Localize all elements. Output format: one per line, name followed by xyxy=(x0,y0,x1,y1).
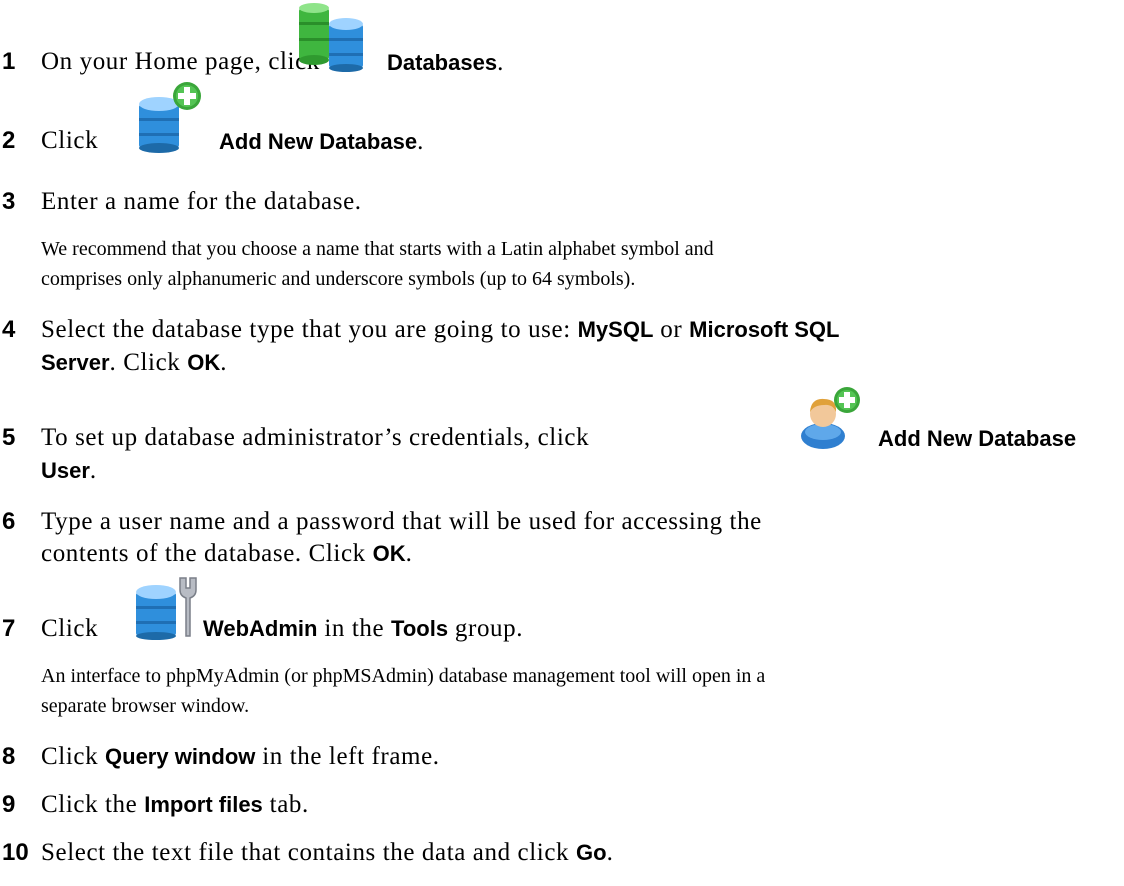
step-number: 4 xyxy=(2,316,16,343)
step-number: 1 xyxy=(2,48,16,75)
step-text: Click the Import files tab. xyxy=(41,791,309,818)
step-note-line: comprises only alphanumeric and undersco… xyxy=(41,268,636,290)
step-number: 9 xyxy=(2,791,16,818)
step-number: 8 xyxy=(2,743,16,770)
step-text-line2: contents of the database. Click OK. xyxy=(41,540,413,567)
step-text-line2: User. xyxy=(41,457,97,484)
step-text-line1: Select the database type that you are go… xyxy=(41,316,840,343)
add-database-icon xyxy=(133,80,203,154)
step-note-line: An interface to phpMyAdmin (or phpMSAdmi… xyxy=(41,665,766,687)
step-number: 3 xyxy=(2,188,16,215)
step-text: Click xyxy=(41,127,99,154)
step-number: 10 xyxy=(2,839,29,866)
step-number: 5 xyxy=(2,424,16,451)
step-text: Click xyxy=(41,615,99,642)
add-new-database-label: Add New Database. xyxy=(219,128,424,155)
webadmin-line: WebAdmin in the Tools group. xyxy=(203,615,524,642)
databases-icon xyxy=(293,0,373,72)
step-text: Click Query window in the left frame. xyxy=(41,743,440,770)
step-text: Select the text file that contains the d… xyxy=(41,839,614,866)
step-text: Enter a name for the database. xyxy=(41,188,362,215)
webadmin-icon xyxy=(132,576,200,640)
add-user-icon xyxy=(797,386,863,452)
databases-label: Databases. xyxy=(387,49,504,76)
step-text: On your Home page, click xyxy=(41,48,320,75)
step-note-line: We recommend that you choose a name that… xyxy=(41,238,714,260)
step-note-line: separate browser window. xyxy=(41,695,250,717)
step-number: 2 xyxy=(2,127,16,154)
step-number: 7 xyxy=(2,615,16,642)
step-text: To set up database administrator’s crede… xyxy=(41,424,590,451)
step-text-line1: Type a user name and a password that wil… xyxy=(41,508,762,535)
step-number: 6 xyxy=(2,508,16,535)
add-new-database-user-label: Add New Database xyxy=(878,426,1077,451)
step-text-line2: Server. Click OK. xyxy=(41,349,228,376)
